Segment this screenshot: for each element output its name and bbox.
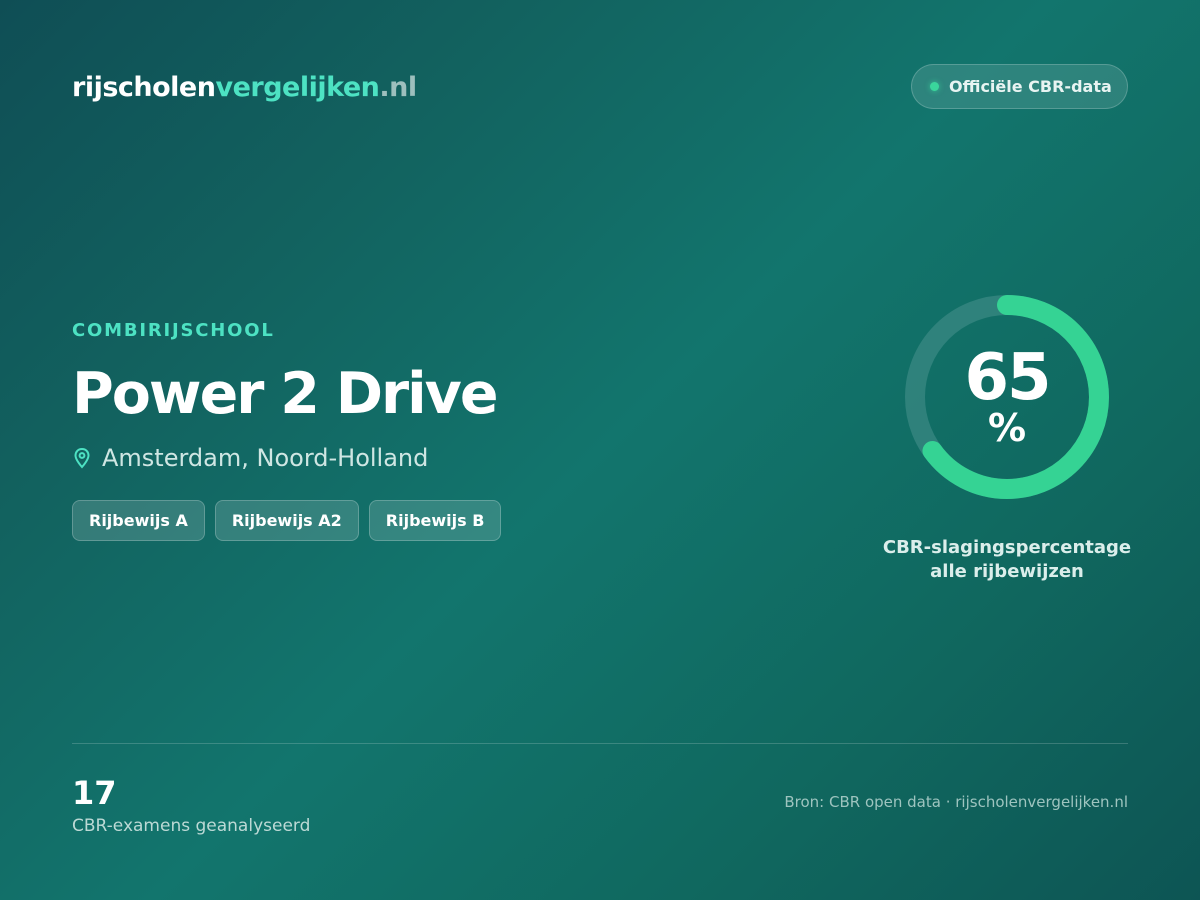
school-category: COMBIRIJSCHOOL	[72, 320, 275, 341]
exam-count: 17	[72, 774, 117, 812]
location-text: Amsterdam, Noord-Holland	[102, 444, 429, 472]
footer-divider	[72, 743, 1128, 744]
brand-part-vergelijken: vergelijken	[215, 72, 380, 103]
pass-rate-unit: %	[987, 406, 1027, 450]
pass-rate-ring: 65 %	[905, 295, 1109, 499]
pass-rate-value: 65	[964, 341, 1051, 415]
school-name: Power 2 Drive	[72, 361, 498, 427]
license-chip-a[interactable]: Rijbewijs A	[72, 500, 205, 541]
map-pin-icon	[74, 447, 90, 469]
status-dot-icon	[930, 82, 939, 91]
pass-rate-caption-line2: alle rijbewijzen	[930, 561, 1084, 582]
exam-count-label: CBR-examens geanalyseerd	[72, 816, 311, 836]
badge-label: Officiële CBR-data	[949, 77, 1112, 96]
license-chip-b[interactable]: Rijbewijs B	[368, 500, 502, 541]
brand-part-rijscholen: rijscholen	[72, 72, 216, 103]
source-credit: Bron: CBR open data · rijscholenvergelij…	[784, 793, 1128, 811]
brand-part-tld: .nl	[379, 72, 417, 103]
school-location: Amsterdam, Noord-Holland	[72, 444, 428, 472]
official-data-badge: Officiële CBR-data	[911, 64, 1128, 109]
license-list: Rijbewijs A Rijbewijs A2 Rijbewijs B	[72, 500, 502, 541]
pass-rate-caption-line1: CBR-slagingspercentage	[882, 537, 1132, 558]
ring-center: 65 %	[905, 295, 1109, 499]
license-chip-a2[interactable]: Rijbewijs A2	[214, 500, 359, 541]
pass-rate-caption: CBR-slagingspercentage alle rijbewijzen	[857, 536, 1157, 584]
brand-logo[interactable]: rijscholenvergelijken.nl	[72, 72, 417, 104]
